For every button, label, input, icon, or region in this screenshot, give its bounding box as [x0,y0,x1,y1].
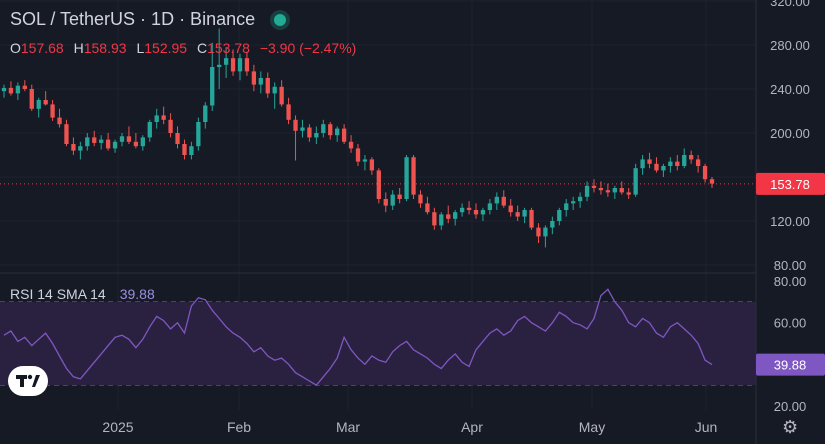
close-key: C [196,40,208,56]
price-axis-label: 80.00 [774,258,807,273]
svg-text:153.78: 153.78 [770,177,810,192]
rsi-band [0,301,756,386]
candle[interactable] [529,207,534,230]
candle[interactable] [376,168,381,204]
high-key: H [73,40,84,56]
gear-icon[interactable]: ⚙ [782,417,798,438]
price-axis-label: 120.00 [770,214,810,229]
candle[interactable] [633,163,638,197]
rsi-legend[interactable]: RSI 14 SMA 14 39.88 [10,286,155,302]
candle[interactable] [411,155,416,199]
price-axis-label: 320.00 [770,0,810,9]
rsi-value: 39.88 [119,286,155,302]
high-value: 158.93 [83,40,127,56]
close-value: 153.78 [207,40,250,56]
time-axis-label: Apr [461,419,483,435]
open-key: O [10,40,21,56]
open-value: 157.68 [20,40,64,56]
candle[interactable] [196,117,201,151]
candle[interactable] [404,155,409,202]
time-axis-label: 2025 [102,419,133,435]
price-axis-label: 280.00 [770,38,810,53]
low-value: 152.95 [144,40,188,56]
last-price-tag: 153.78 [756,172,825,195]
time-axis-label: Jun [695,419,718,435]
market-status-dot-icon [274,14,287,27]
symbol-title: SOL / TetherUS · 1D · Binance [10,9,256,29]
svg-text:39.88: 39.88 [774,358,807,373]
chart-canvas[interactable]: 80.00120.00160.00200.00240.00280.00320.0… [0,0,825,444]
price-axis-label: 240.00 [770,82,810,97]
chart-title: SOL / TetherUS · 1D · Binance [10,9,287,30]
ohlc-readout: O157.68 H158.93 L152.95 C153.78 −3.90 (−… [10,40,356,56]
time-axis-label: May [579,419,605,435]
rsi-axis-label: 80.00 [774,274,807,289]
time-axis-label: Feb [227,419,251,435]
rsi-axis-label: 60.00 [774,316,807,331]
price-axis-label: 200.00 [770,126,810,141]
tradingview-logo-icon[interactable] [8,366,48,396]
rsi-name: RSI 14 SMA 14 [10,286,106,302]
rsi-axis-label: 20.00 [774,399,807,414]
rsi-value-tag: 39.88 [756,353,825,376]
time-axis-label: Mar [336,419,360,435]
change-value: −3.90 (−2.47%) [259,40,357,56]
